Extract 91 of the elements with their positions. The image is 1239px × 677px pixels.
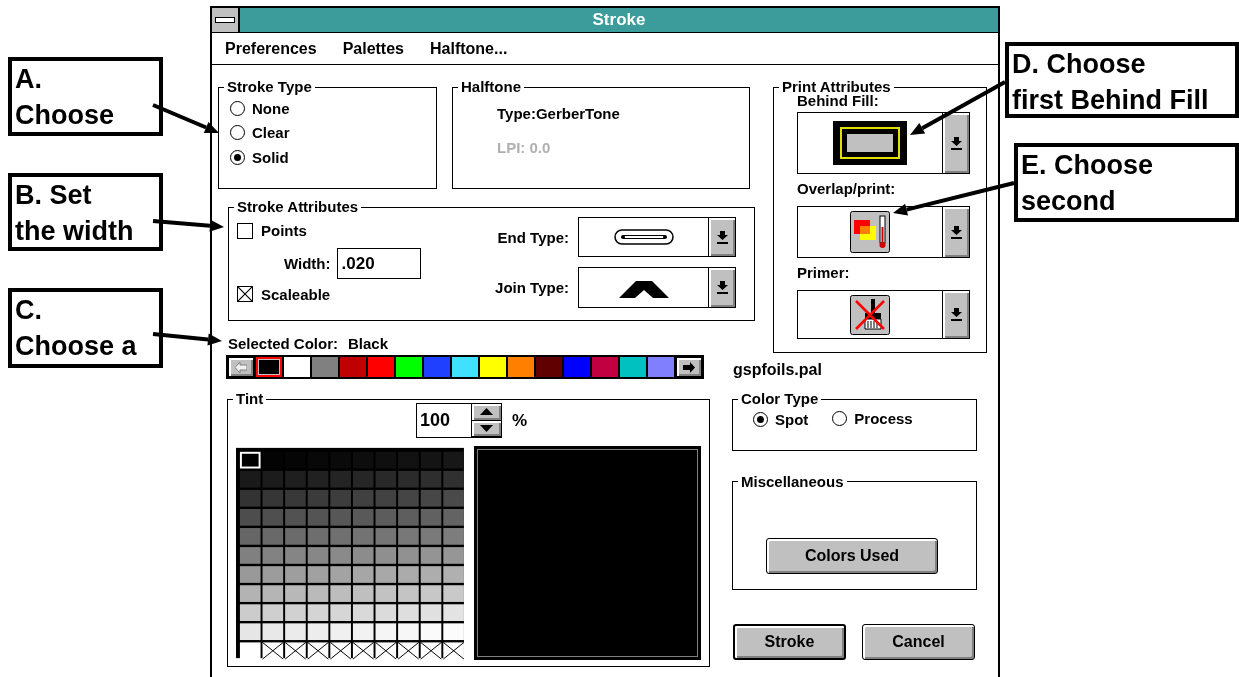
checkbox-option[interactable]: Scaleable <box>237 284 331 304</box>
color-swatch[interactable] <box>368 357 394 377</box>
system-menu-button[interactable] <box>212 8 240 32</box>
color-swatch[interactable] <box>284 357 310 377</box>
menu-item[interactable]: Halftone... <box>430 39 508 58</box>
scroll-right-button[interactable] <box>676 357 702 377</box>
color-swatch[interactable] <box>424 357 450 377</box>
group-title: Stroke Type <box>226 79 313 95</box>
triangle-up-icon <box>480 408 493 416</box>
unit-label: % <box>512 410 528 431</box>
end-cap-icon <box>613 229 674 245</box>
group-title: Color Type <box>740 391 820 407</box>
callout-note: A. Choose <box>8 57 163 136</box>
thermometer-icon <box>850 211 890 253</box>
color-swatch[interactable] <box>536 357 562 377</box>
field-label: Join Type: <box>494 279 569 296</box>
color-swatch[interactable] <box>452 357 478 377</box>
color-swatch[interactable] <box>256 357 282 377</box>
arrow-down-icon <box>950 225 962 239</box>
radio-button[interactable] <box>753 412 768 427</box>
dropdown[interactable] <box>797 290 970 339</box>
color-swatch[interactable] <box>620 357 646 377</box>
menu-item[interactable]: Preferences <box>225 39 317 58</box>
arrow-right-icon <box>683 361 695 373</box>
dropdown[interactable] <box>578 217 736 257</box>
selected-color-name: Black <box>348 334 389 353</box>
triangle-down-icon <box>480 424 493 432</box>
halftone-type: Type:GerberTone <box>497 105 621 122</box>
field-label: Width: <box>284 254 331 272</box>
arrow-down-icon <box>950 136 962 150</box>
dropdown-button[interactable] <box>942 291 969 338</box>
checkbox-option[interactable]: Points <box>237 221 307 240</box>
radio-button[interactable] <box>230 125 245 140</box>
callout-note: B. Set the width <box>8 173 163 251</box>
group-title: Miscellaneous <box>740 473 845 490</box>
cancel-button[interactable]: Cancel <box>862 624 975 661</box>
checkbox[interactable] <box>237 286 253 302</box>
callout-note: D. Choose first Behind Fill <box>1005 42 1239 118</box>
minus-icon <box>215 17 235 23</box>
color-swatch[interactable] <box>340 357 366 377</box>
dropdown-button[interactable] <box>942 113 969 173</box>
radio-option[interactable]: Process <box>832 409 913 428</box>
stroke-button[interactable]: Stroke <box>733 624 846 661</box>
crossed-brush-icon <box>850 294 890 335</box>
width-field[interactable]: .020 <box>336 247 421 279</box>
palette-file-name: gspfoils.pal <box>732 361 823 379</box>
dropdown[interactable] <box>797 206 970 258</box>
radio-button[interactable] <box>230 150 245 165</box>
group-title: Print Attributes <box>781 79 892 95</box>
radio-button[interactable] <box>230 101 245 116</box>
arrow-left-icon <box>235 361 247 373</box>
window-title: Stroke <box>591 9 647 31</box>
field-label: Selected Color: <box>228 334 339 353</box>
spin-up-button[interactable] <box>472 404 501 421</box>
dropdown-button[interactable] <box>708 268 735 307</box>
color-swatch[interactable] <box>312 357 338 377</box>
color-swatch[interactable] <box>648 357 674 377</box>
color-swatch[interactable] <box>480 357 506 377</box>
arrow-down-icon <box>716 281 728 294</box>
callout-note: C. Choose a <box>8 288 163 368</box>
field-label: Behind Fill: <box>797 92 880 110</box>
field-label: Overlap/print: <box>797 179 897 198</box>
tint-grid[interactable] <box>236 446 464 660</box>
field-label: End Type: <box>496 228 569 246</box>
radio-option[interactable]: None <box>230 99 290 118</box>
field-label: Primer: <box>797 263 851 282</box>
scroll-left-button[interactable] <box>228 357 254 377</box>
dropdown[interactable] <box>578 267 736 308</box>
menu-item[interactable]: Palettes <box>342 39 404 58</box>
color-swatch[interactable] <box>564 357 590 377</box>
dropdown-button[interactable] <box>942 207 969 257</box>
radio-option[interactable]: Spot <box>753 410 809 429</box>
group-title: Stroke Attributes <box>236 199 360 215</box>
color-swatch[interactable] <box>592 357 618 377</box>
arrow-down-icon <box>716 230 728 244</box>
dropdown-button[interactable] <box>708 218 735 256</box>
tint-field[interactable]: 100 <box>416 403 472 438</box>
lpi-value: LPI: 0.0 <box>497 139 552 156</box>
radio-button[interactable] <box>832 411 848 426</box>
checkbox[interactable] <box>237 222 253 239</box>
group-title: Halftone <box>460 79 522 95</box>
callout-note: E. Choose second <box>1014 143 1239 222</box>
frame-icon <box>833 121 907 165</box>
group-title: Tint <box>235 391 265 407</box>
colors-used-button[interactable]: Colors Used <box>766 537 938 574</box>
radio-option[interactable]: Clear <box>230 123 290 142</box>
color-swatch[interactable] <box>508 357 534 377</box>
color-swatch[interactable] <box>396 357 422 377</box>
radio-option[interactable]: Solid <box>230 148 289 167</box>
dropdown[interactable] <box>797 112 970 174</box>
arrow-down-icon <box>950 308 962 321</box>
